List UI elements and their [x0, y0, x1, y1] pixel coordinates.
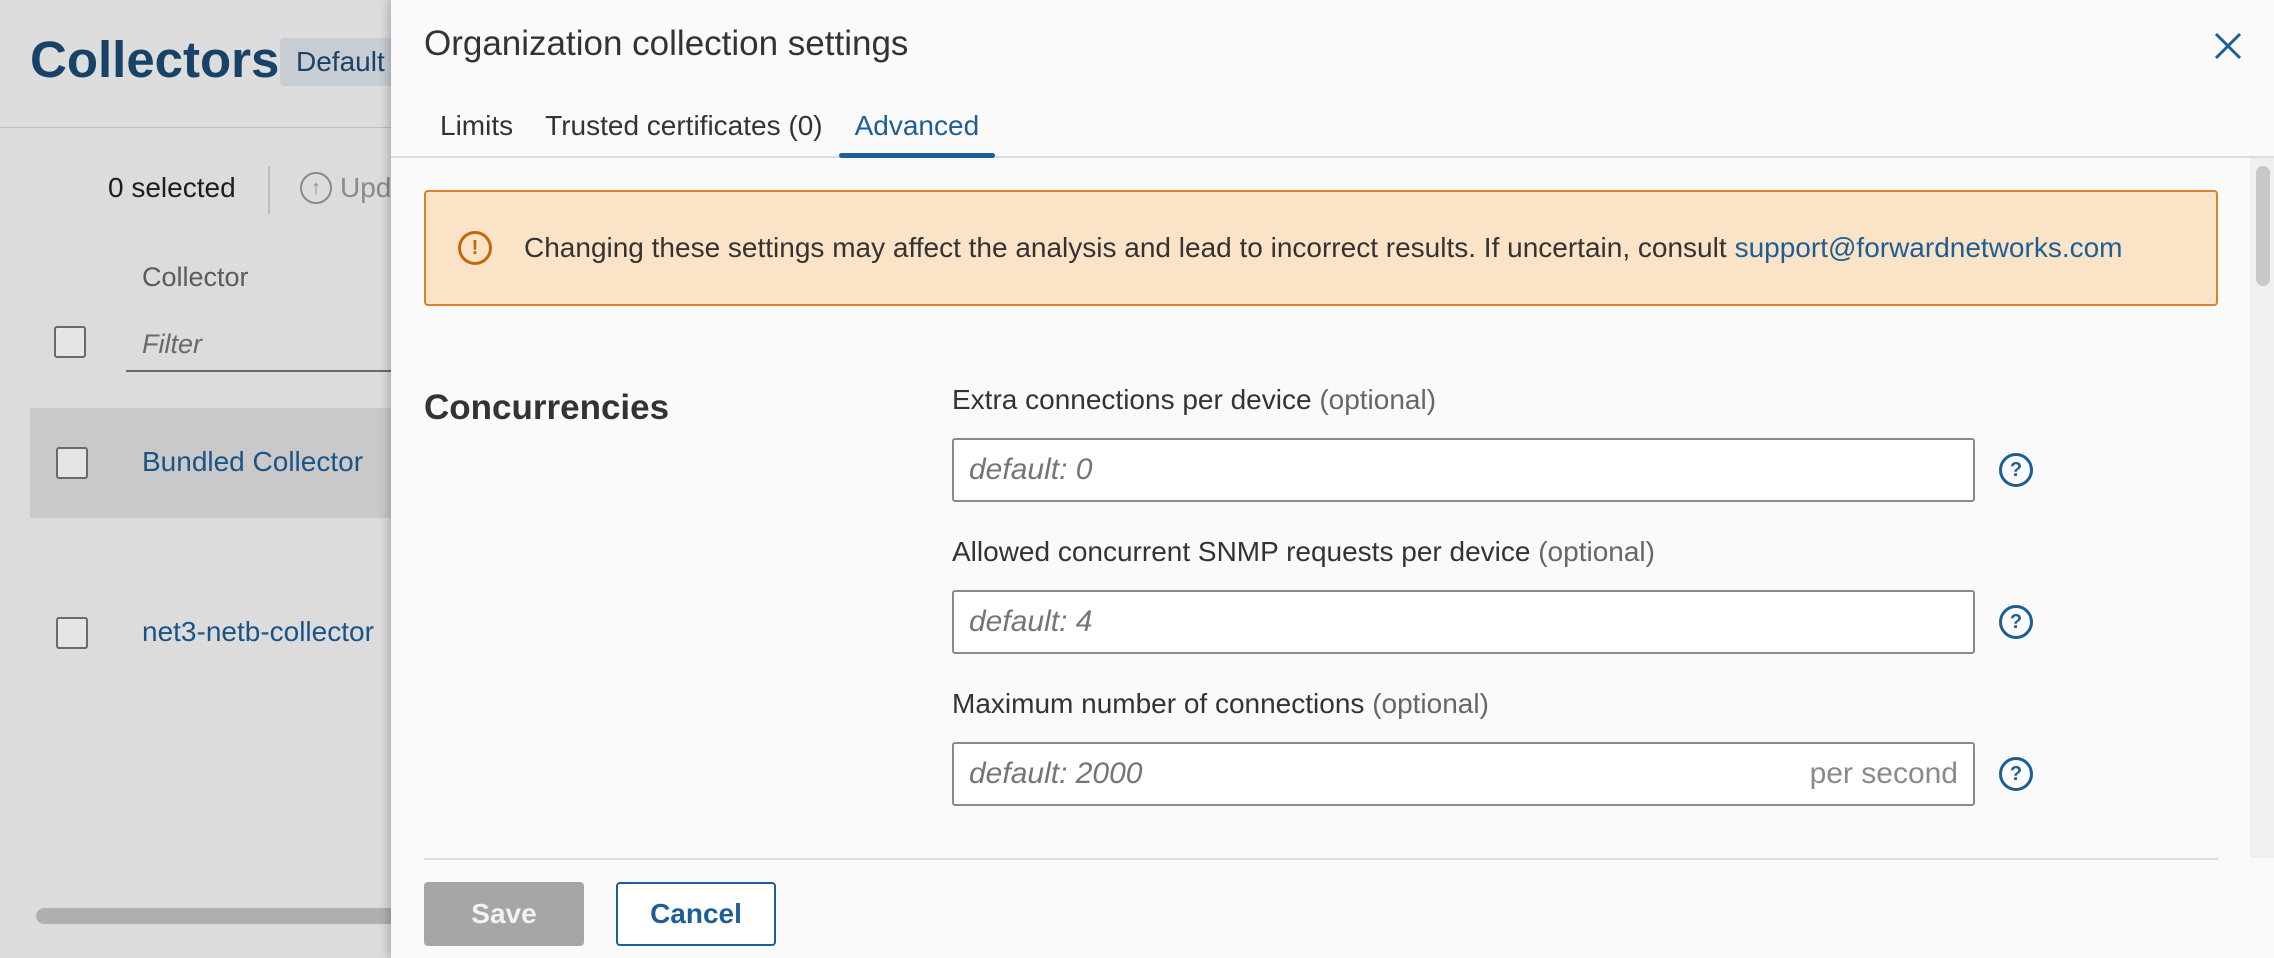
extra-connections-input[interactable] [954, 440, 1973, 500]
drawer-title: Organization collection settings [424, 24, 909, 63]
optional-tag: (optional) [1538, 536, 1655, 567]
field-label: Maximum number of connections (optional) [952, 688, 2062, 728]
vertical-scrollbar-thumb[interactable] [2256, 166, 2270, 286]
snmp-requests-field: Allowed concurrent SNMP requests per dev… [952, 536, 2062, 654]
settings-tabs: Limits Trusted certificates (0) Advanced [424, 104, 995, 158]
field-label-text: Allowed concurrent SNMP requests per dev… [952, 536, 1531, 567]
optional-tag: (optional) [1372, 688, 1489, 719]
drawer-header: Organization collection settings Limits … [391, 0, 2274, 158]
footer-divider [424, 858, 2218, 860]
close-button[interactable] [2206, 24, 2250, 68]
cancel-button[interactable]: Cancel [616, 882, 776, 946]
drawer-body: ! Changing these settings may affect the… [391, 158, 2274, 858]
help-icon[interactable]: ? [1999, 605, 2033, 639]
extra-connections-field: Extra connections per device (optional) … [952, 384, 2062, 502]
warning-text: Changing these settings may affect the a… [524, 232, 1727, 263]
field-label: Extra connections per device (optional) [952, 384, 2062, 424]
warning-banner: ! Changing these settings may affect the… [424, 190, 2218, 306]
warning-icon: ! [458, 231, 492, 265]
field-label-text: Extra connections per device [952, 384, 1312, 415]
tab-limits[interactable]: Limits [424, 104, 529, 158]
optional-tag: (optional) [1319, 384, 1437, 415]
unit-suffix: per second [1809, 757, 1958, 790]
tab-advanced[interactable]: Advanced [838, 104, 996, 158]
tab-trusted-certificates[interactable]: Trusted certificates (0) [529, 104, 838, 158]
help-icon[interactable]: ? [1999, 757, 2033, 791]
help-icon[interactable]: ? [1999, 453, 2033, 487]
field-label-text: Maximum number of connections [952, 688, 1365, 719]
close-icon [2214, 32, 2242, 60]
save-button[interactable]: Save [424, 882, 584, 946]
snmp-requests-input[interactable] [954, 592, 1973, 652]
section-title-concurrencies: Concurrencies [424, 388, 670, 427]
max-connections-field: Maximum number of connections (optional)… [952, 688, 2062, 806]
support-email-link[interactable]: support@forwardnetworks.com [1735, 232, 2123, 264]
collection-settings-drawer: Organization collection settings Limits … [391, 0, 2274, 958]
field-label: Allowed concurrent SNMP requests per dev… [952, 536, 2062, 576]
